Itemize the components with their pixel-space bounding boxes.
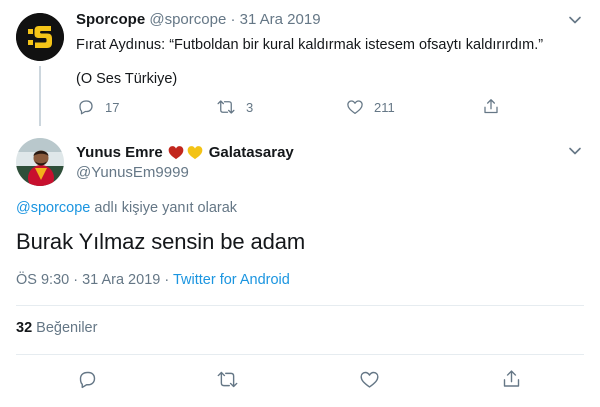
red-heart-emoji [168, 146, 184, 160]
yellow-heart-emoji [187, 146, 203, 160]
retweet-icon [217, 100, 235, 114]
tweet2-author-name[interactable]: Yunus Emre Galatasaray [76, 144, 294, 161]
tweet1-share-button[interactable] [482, 97, 500, 116]
tweet1-text: Fırat Aydınus: “Futboldan bir kural kald… [76, 37, 544, 53]
tweet1-source: (O Ses Türkiye) [76, 71, 178, 87]
tweet1-retweet-count: 3 [246, 99, 254, 115]
like-icon [347, 100, 363, 115]
reply-icon [79, 371, 96, 389]
likes-count: 32 [16, 320, 33, 336]
profile-photo [16, 138, 64, 186]
reply-to-suffix: adlı kişiye yanıt olarak [90, 200, 238, 216]
tweet1-like-count: 211 [374, 99, 395, 115]
tweet2-date[interactable]: 31 Ara 2019 [82, 272, 160, 288]
tweet1-date[interactable]: 31 Ara 2019 [240, 11, 321, 28]
thread-line [39, 66, 41, 126]
sporcope-avatar[interactable] [16, 13, 64, 61]
tweet2-separator-1: · [73, 272, 79, 288]
tweet2-retweet-button[interactable] [216, 369, 239, 390]
retweet-icon [217, 371, 238, 388]
tweet1-reply-count: 17 [105, 99, 120, 115]
tweet2-name-suffix: Galatasaray [208, 144, 294, 161]
tweet1-handle[interactable]: @sporcope [149, 11, 226, 28]
tweet2-text: Burak Yılmaz sensin be adam [16, 229, 306, 254]
tweet2-reply-button[interactable] [77, 369, 98, 390]
yunus-emre-avatar[interactable] [16, 138, 64, 186]
divider [16, 305, 584, 306]
tweet2-share-button[interactable] [501, 368, 522, 390]
tweet1-reply-button[interactable]: 17 [77, 98, 119, 116]
likes-summary[interactable]: 32 Beğeniler [16, 320, 97, 336]
share-icon [484, 99, 498, 114]
reply-to-line: @sporcope adlı kişiye yanıt olarak [16, 200, 237, 216]
reply-icon [79, 100, 93, 115]
tweet1-chevron-down-icon[interactable] [568, 13, 582, 27]
sporcope-logo-icon [16, 13, 64, 61]
tweet2-source-link[interactable]: Twitter for Android [173, 272, 290, 288]
tweet2-handle[interactable]: @YunusEm9999 [76, 164, 189, 181]
likes-label: Beğeniler [36, 320, 98, 336]
like-icon [360, 371, 379, 388]
tweet2-time[interactable]: ÖS 9:30 [16, 272, 69, 288]
tweet1-separator: · [230, 11, 236, 28]
tweet2-separator-2: · [164, 272, 170, 288]
tweet1-header: Sporcope @sporcope · 31 Ara 2019 [76, 11, 321, 29]
tweet1-like-button[interactable]: 211 [346, 98, 395, 116]
tweet2-chevron-down-icon[interactable] [568, 144, 582, 158]
share-icon [503, 370, 520, 387]
tweet2-like-button[interactable] [359, 369, 380, 390]
tweet2-meta: ÖS 9:30 · 31 Ara 2019 · Twitter for Andr… [16, 272, 290, 288]
reply-to-handle-link[interactable]: @sporcope [16, 200, 90, 216]
tweet1-retweet-button[interactable]: 3 [216, 98, 253, 116]
tweet1-author-name[interactable]: Sporcope [76, 11, 145, 28]
tweet2-name-text: Yunus Emre [76, 144, 163, 161]
divider [16, 354, 584, 355]
